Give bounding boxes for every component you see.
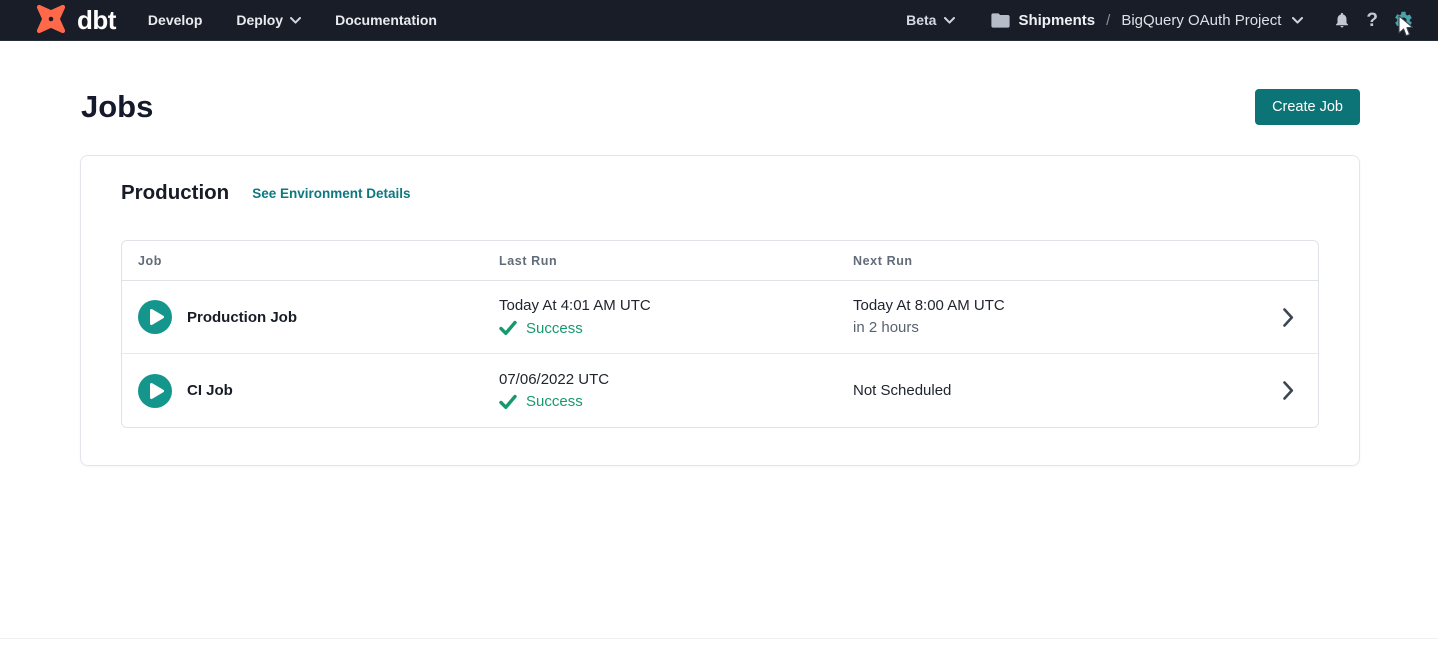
- play-icon[interactable]: [138, 374, 172, 408]
- status-badge: Success: [526, 320, 583, 337]
- next-run-time: Today At 8:00 AM UTC: [853, 296, 1258, 316]
- page-header: Jobs Create Job: [0, 41, 1438, 125]
- column-header-next-run: Next Run: [853, 254, 1258, 268]
- next-run-cell: Today At 8:00 AM UTC in 2 hours: [853, 296, 1258, 338]
- brand-wordmark: dbt: [77, 7, 116, 33]
- nav-item-label: Deploy: [236, 12, 283, 28]
- status-badge: Success: [526, 393, 583, 410]
- table-row[interactable]: Production Job Today At 4:01 AM UTC Succ…: [122, 281, 1318, 354]
- bell-icon[interactable]: [1333, 10, 1351, 30]
- environment-card-header: Production See Environment Details: [121, 181, 1319, 205]
- help-icon[interactable]: ?: [1366, 11, 1378, 30]
- nav-item-documentation[interactable]: Documentation: [335, 12, 437, 28]
- last-run-cell: Today At 4:01 AM UTC Success: [499, 296, 853, 338]
- job-name: Production Job: [187, 309, 297, 326]
- chevron-down-icon: [290, 17, 301, 24]
- dbt-logo-icon: [30, 0, 72, 43]
- table-row[interactable]: CI Job 07/06/2022 UTC Success Not Schedu…: [122, 354, 1318, 427]
- top-nav: dbt Develop Deploy Documentation Beta Sh…: [0, 0, 1438, 41]
- job-name: CI Job: [187, 382, 233, 399]
- next-run-note: in 2 hours: [853, 318, 1258, 338]
- play-icon[interactable]: [138, 300, 172, 334]
- next-run-time: Not Scheduled: [853, 381, 1258, 401]
- nav-right: Beta Shipments / BigQuery OAuth Project …: [906, 10, 1414, 31]
- account-name: Shipments: [1018, 12, 1095, 29]
- nav-item-label: Develop: [148, 12, 202, 28]
- job-cell: CI Job: [122, 374, 499, 408]
- jobs-table: Job Last Run Next Run Production Job Tod…: [121, 240, 1319, 428]
- bottom-divider: [0, 638, 1438, 639]
- jobs-table-header: Job Last Run Next Run: [122, 241, 1318, 281]
- create-job-button[interactable]: Create Job: [1255, 89, 1360, 125]
- check-icon: [499, 320, 517, 336]
- chevron-right-icon[interactable]: [1258, 381, 1318, 400]
- job-cell: Production Job: [122, 300, 499, 334]
- column-header-last-run: Last Run: [499, 254, 853, 268]
- nav-item-label: Documentation: [335, 12, 437, 28]
- chevron-right-icon[interactable]: [1258, 308, 1318, 327]
- nav-links: Develop Deploy Documentation: [148, 12, 437, 28]
- dbt-logo[interactable]: dbt: [30, 0, 116, 43]
- status-line: Success: [499, 318, 853, 338]
- chevron-down-icon: [1292, 17, 1303, 24]
- project-name: BigQuery OAuth Project: [1121, 12, 1281, 29]
- last-run-time: Today At 4:01 AM UTC: [499, 296, 853, 316]
- beta-label: Beta: [906, 12, 936, 28]
- see-environment-details-link[interactable]: See Environment Details: [252, 186, 410, 201]
- gear-icon[interactable]: [1393, 10, 1414, 31]
- folder-icon: [991, 12, 1010, 29]
- check-icon: [499, 394, 517, 410]
- next-run-cell: Not Scheduled: [853, 381, 1258, 401]
- beta-dropdown[interactable]: Beta: [906, 12, 955, 28]
- page-title: Jobs: [81, 90, 153, 124]
- environment-card: Production See Environment Details Job L…: [80, 155, 1360, 466]
- nav-item-develop[interactable]: Develop: [148, 12, 202, 28]
- status-line: Success: [499, 392, 853, 412]
- breadcrumb-separator: /: [1103, 12, 1113, 29]
- environment-name: Production: [121, 181, 229, 205]
- nav-item-deploy[interactable]: Deploy: [236, 12, 301, 28]
- chevron-down-icon: [944, 17, 955, 24]
- project-breadcrumb[interactable]: Shipments / BigQuery OAuth Project: [991, 12, 1303, 29]
- nav-icon-buttons: ?: [1333, 10, 1414, 31]
- last-run-cell: 07/06/2022 UTC Success: [499, 370, 853, 412]
- last-run-time: 07/06/2022 UTC: [499, 370, 853, 390]
- column-header-job: Job: [122, 254, 499, 268]
